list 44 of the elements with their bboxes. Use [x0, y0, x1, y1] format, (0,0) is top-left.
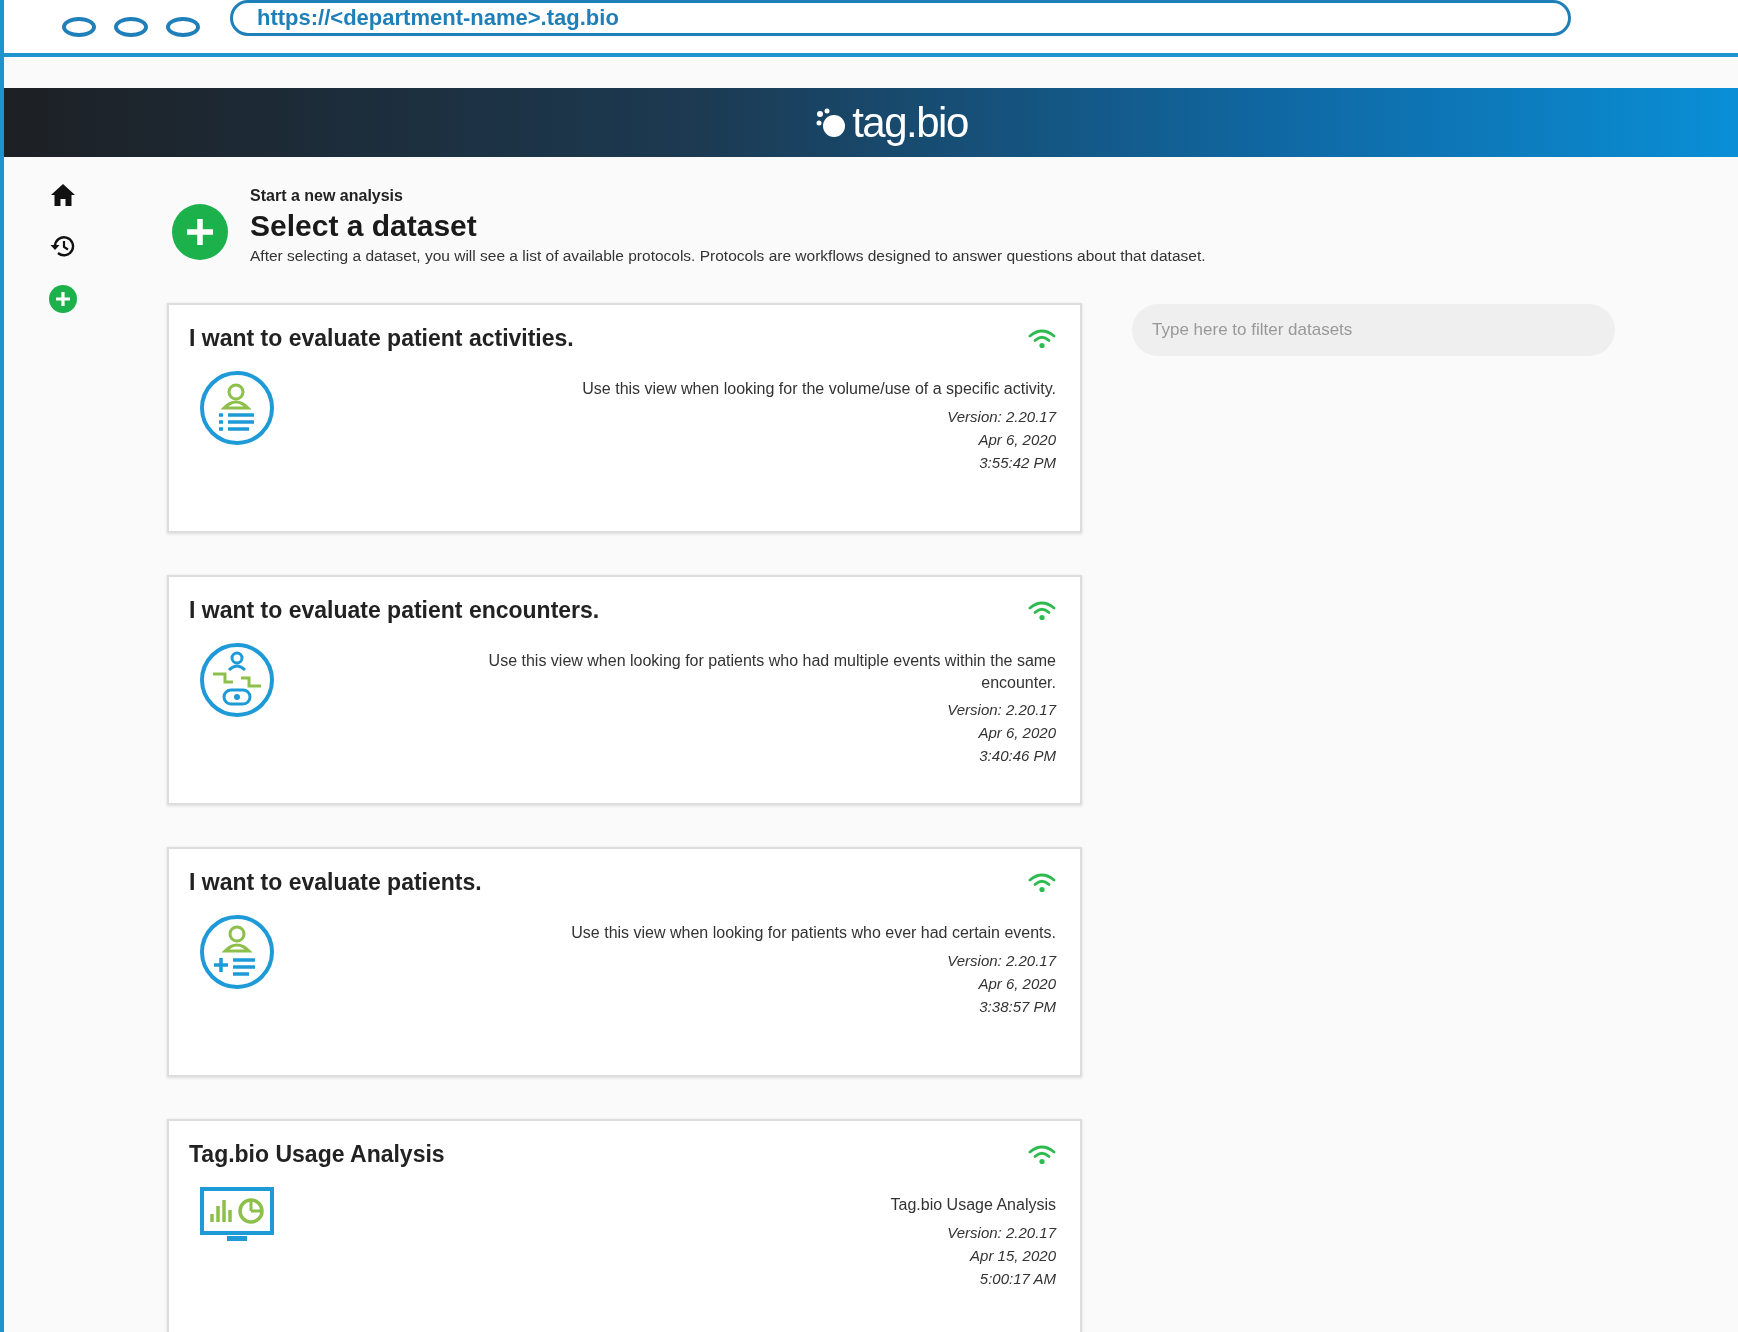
- person-list-icon: [199, 370, 275, 446]
- wifi-icon: [1028, 1144, 1056, 1165]
- wifi-icon: [1028, 600, 1056, 621]
- dataset-title: Tag.bio Usage Analysis: [189, 1141, 445, 1168]
- dataset-card[interactable]: I want to evaluate patients. Use this view when looking for patients who ever had certain events. Version: 2.20.17 Apr 6, 2020 3:38:57 PM: [167, 847, 1082, 1077]
- dataset-card[interactable]: Tag.bio Usage Analysis Tag.bio Usage Analysis Version: 2.20.17 Apr 15, 2020 5:00:17 AM: [167, 1119, 1082, 1332]
- dataset-description: Use this view when looking for patients who had multiple events within the same encounter.: [487, 651, 1056, 693]
- page-title: Select a dataset: [250, 209, 478, 243]
- version-label: Version: 2.20.17: [947, 951, 1056, 969]
- logo-text: tag.bio: [852, 98, 968, 147]
- page-description: After selecting a dataset, you will see a list of available protocols. Protocols are workflows designed to answer questions about that dataset.: [250, 247, 1206, 265]
- date-label: Apr 6, 2020: [978, 430, 1056, 448]
- date-label: Apr 6, 2020: [978, 974, 1056, 992]
- date-label: Apr 6, 2020: [978, 724, 1056, 742]
- dataset-description: Use this view when looking for patients who ever had certain events.: [571, 923, 1056, 943]
- time-label: 3:38:57 PM: [979, 997, 1056, 1015]
- dataset-card[interactable]: I want to evaluate patient encounters. Use this view when looking for patients who had multiple events within the same encounter. Version: 2.20.17 Apr 6, 2020 3:40:46 PM: [167, 575, 1082, 805]
- history-icon[interactable]: [49, 233, 77, 259]
- wifi-icon: [1028, 872, 1056, 893]
- wifi-icon: [1028, 328, 1056, 349]
- date-label: Apr 15, 2020: [970, 1246, 1056, 1264]
- time-label: 3:55:42 PM: [979, 453, 1056, 471]
- dataset-description: Use this view when looking for the volume/use of a specific activity.: [582, 379, 1056, 399]
- home-icon[interactable]: [50, 183, 76, 207]
- person-add-icon: [199, 914, 275, 990]
- time-label: 3:40:46 PM: [979, 747, 1056, 765]
- dataset-title: I want to evaluate patients.: [189, 869, 482, 896]
- section-subtitle: Start a new analysis: [250, 187, 404, 205]
- window-control-icon[interactable]: [114, 16, 148, 37]
- window-control-icon[interactable]: [62, 16, 96, 37]
- filter-field[interactable]: Type here to filter datasets: [1132, 304, 1615, 356]
- person-flow-icon: [199, 642, 275, 718]
- dataset-title: I want to evaluate patient activities.: [189, 325, 574, 352]
- time-label: 5:00:17 AM: [979, 1269, 1056, 1287]
- dataset-title: I want to evaluate patient encounters.: [189, 597, 600, 624]
- window-control-icon[interactable]: [166, 16, 200, 37]
- version-label: Version: 2.20.17: [947, 1223, 1056, 1241]
- add-icon[interactable]: [49, 285, 77, 313]
- dataset-card[interactable]: I want to evaluate patient activities. Use this view when looking for the volume/use of a specific activity. Version: 2.20.17 Apr 6, 2020 3:55:42 PM: [167, 303, 1082, 533]
- dataset-description: Tag.bio Usage Analysis: [890, 1195, 1056, 1215]
- version-label: Version: 2.20.17: [947, 407, 1056, 425]
- add-icon[interactable]: [172, 204, 228, 260]
- version-label: Version: 2.20.17: [947, 701, 1056, 719]
- address-bar[interactable]: https://<department-name>.tag.bio: [230, 0, 1571, 36]
